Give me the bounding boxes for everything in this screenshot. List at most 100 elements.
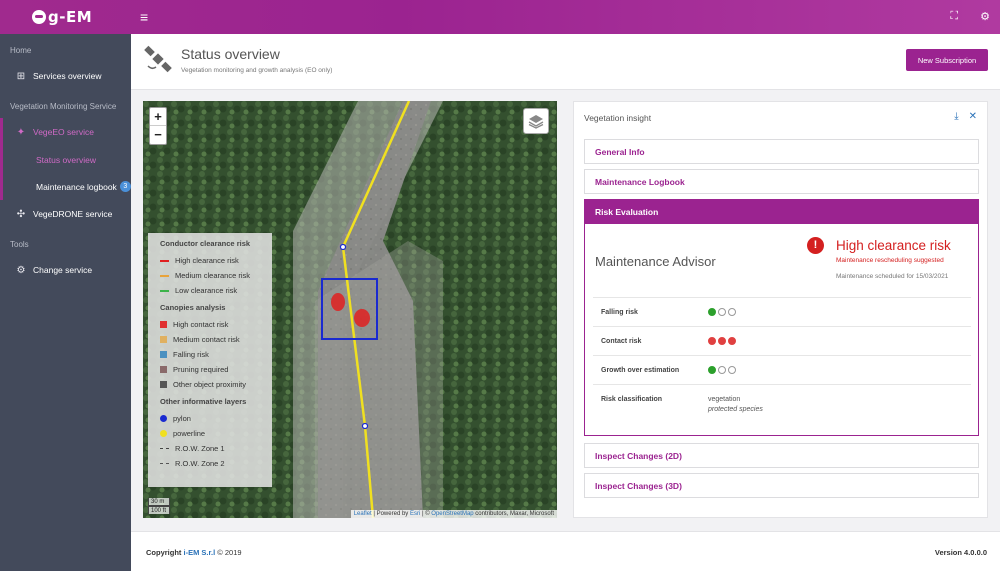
risk-dots [708, 337, 736, 345]
page-subtitle: Vegetation monitoring and growth analysi… [181, 67, 333, 74]
legend-label: Medium contact risk [173, 334, 240, 344]
sidebar-item-vegedrone[interactable]: ✣ VegeDRONE service [0, 200, 131, 228]
risk-dot-filled-icon [708, 366, 716, 374]
risk-row-growth: Growth over estimation [593, 355, 971, 384]
legend-label: Medium clearance risk [175, 271, 251, 281]
risk-dot-empty-icon [718, 366, 726, 374]
pylon-dot-icon [160, 414, 167, 422]
risk-dots [708, 366, 736, 374]
alert-icon: ! [807, 237, 824, 254]
logo-globe-icon [32, 10, 46, 24]
attrib-text: | Powered by [371, 511, 410, 517]
scale-feet: 100 ft [148, 506, 170, 514]
square-symbol-icon [160, 366, 167, 374]
legend-label: Falling risk [173, 350, 209, 360]
sidebar-item-status-overview[interactable]: Status overview [0, 146, 131, 173]
section-maintenance-logbook[interactable]: Maintenance Logbook [584, 169, 979, 194]
app-logo[interactable]: g-EM [0, 0, 131, 34]
legend-title-other: Other informative layers [160, 396, 247, 406]
square-symbol-icon [160, 335, 167, 343]
osm-link[interactable]: OpenStreetMap [431, 511, 473, 517]
risk-dot-filled-icon [728, 337, 736, 345]
risk-dot-filled-icon [708, 308, 716, 316]
line-symbol-icon [160, 289, 169, 292]
legend-label: R.O.W. Zone 2 [175, 459, 225, 469]
sidebar-item-label: Services overview [33, 71, 102, 81]
sidebar-section-home: Home [10, 46, 32, 55]
attrib-text: | © [420, 511, 432, 517]
satellite-header-icon [144, 45, 172, 73]
legend-item: Pruning required [156, 362, 264, 377]
grid-icon: ⊞ [16, 70, 26, 82]
copyright-prefix: Copyright [146, 548, 184, 557]
legend-title-canopies: Canopies analysis [160, 302, 226, 312]
fullscreen-icon[interactable]: ⛶ [950, 10, 958, 23]
section-inspect-changes-3d[interactable]: Inspect Changes (3D) [584, 473, 979, 498]
line-symbol-icon [160, 259, 169, 262]
legend-label: Pruning required [173, 365, 229, 375]
risk-dot-filled-icon [708, 337, 716, 345]
risk-label: Falling risk [601, 309, 638, 316]
risk-dot-filled-icon [718, 337, 726, 345]
legend-item: R.O.W. Zone 1 [156, 441, 264, 456]
close-icon[interactable]: ✕ [969, 111, 977, 122]
risk-label: Risk classification [601, 396, 663, 403]
legend-item: Medium clearance risk [156, 268, 264, 283]
legend-item: High contact risk [156, 317, 264, 332]
alert-title: High clearance risk [836, 238, 951, 253]
map-attribution: Leaflet | Powered by Esri | © OpenStreet… [350, 510, 557, 518]
risk-evaluation-body: Maintenance Advisor ! High clearance ris… [584, 224, 979, 436]
powerline-dot-icon [160, 429, 167, 437]
sidebar-item-change-service[interactable]: ⚙ Change service [0, 256, 131, 284]
risk-dot-empty-icon [728, 308, 736, 316]
risk-row-falling: Falling risk [593, 297, 971, 326]
square-symbol-icon [160, 320, 167, 328]
download-icon[interactable]: ⤓ [954, 111, 958, 122]
sidebar-item-label: VegeEO service [33, 127, 94, 137]
esri-link[interactable]: Esri [410, 511, 420, 517]
hamburger-icon[interactable]: ≡ [140, 9, 148, 25]
classification-main: vegetation [708, 396, 741, 403]
legend-title-conductor: Conductor clearance risk [160, 239, 251, 248]
brand-link[interactable]: i-EM S.r.l [184, 548, 216, 557]
leaflet-link[interactable]: Leaflet [354, 511, 372, 517]
sidebar-item-maintenance-logbook[interactable]: Maintenance logbook 3 [0, 173, 131, 200]
classification-value: vegetation protected species [708, 396, 763, 413]
sidebar-section-tools: Tools [10, 240, 29, 249]
risk-dot-empty-icon [718, 308, 726, 316]
legend-item: R.O.W. Zone 2 [156, 456, 264, 471]
layers-icon[interactable] [523, 108, 549, 134]
page-title: Status overview [181, 46, 280, 62]
legend-label: pylon [173, 413, 191, 423]
panel-title: Vegetation insight [584, 113, 652, 123]
maintenance-advisor-label: Maintenance Advisor [595, 254, 716, 269]
sidebar-item-services-overview[interactable]: ⊞ Services overview [0, 62, 131, 90]
legend-item: Low clearance risk [156, 283, 264, 298]
risk-label: Growth over estimation [601, 367, 680, 374]
settings-share-icon[interactable]: ⚙ [980, 10, 990, 23]
line-symbol-icon [160, 274, 169, 277]
logo-text: g-EM [48, 8, 93, 26]
footer: Copyright i-EM S.r.l © 2019 Version 4.0.… [131, 531, 1000, 571]
legend-item: High clearance risk [156, 253, 264, 268]
risk-row-contact: Contact risk [593, 326, 971, 355]
sidebar-section-vms: Vegetation Monitoring Service [10, 102, 117, 111]
risk-dots [708, 308, 736, 316]
map-scale: 30 m 100 ft [148, 498, 170, 514]
version-text: Version 4.0.0.0 [934, 548, 987, 557]
map-view[interactable]: + − Conductor clearance risk High cleara… [143, 101, 557, 518]
dashed-line-icon [160, 463, 169, 465]
risk-dot-empty-icon [728, 366, 736, 374]
sidebar-item-label: VegeDRONE service [33, 209, 113, 219]
sidebar-item-vegeeo[interactable]: ✦ VegeEO service [0, 118, 131, 146]
alert-subtitle: Maintenance rescheduling suggested [836, 257, 944, 264]
new-subscription-button[interactable]: New Subscription [906, 49, 988, 71]
classification-note: protected species [708, 406, 763, 413]
legend-item: Falling risk [156, 347, 264, 362]
section-risk-evaluation[interactable]: Risk Evaluation [584, 199, 979, 224]
zoom-in-button[interactable]: + [150, 108, 166, 126]
attrib-text: contributors, Maxar, Microsoft [473, 511, 554, 517]
section-inspect-changes-2d[interactable]: Inspect Changes (2D) [584, 443, 979, 468]
section-general-info[interactable]: General Info [584, 139, 979, 164]
zoom-out-button[interactable]: − [150, 126, 166, 144]
